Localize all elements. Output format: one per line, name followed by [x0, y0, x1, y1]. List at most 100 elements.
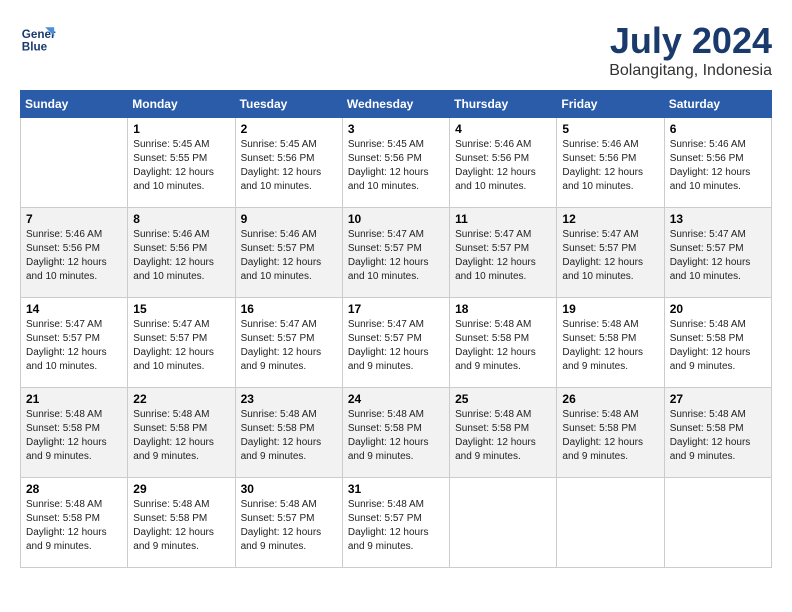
day-info: Sunrise: 5:48 AM Sunset: 5:58 PM Dayligh…: [133, 408, 229, 464]
day-number: 2: [241, 122, 337, 136]
calendar-cell: 22 Sunrise: 5:48 AM Sunset: 5:58 PM Dayli…: [128, 388, 235, 478]
day-number: 30: [241, 482, 337, 496]
calendar-cell: 20 Sunrise: 5:48 AM Sunset: 5:58 PM Dayli…: [664, 298, 771, 388]
calendar-cell: 30 Sunrise: 5:48 AM Sunset: 5:57 PM Dayli…: [235, 478, 342, 568]
calendar-cell: 26 Sunrise: 5:48 AM Sunset: 5:58 PM Dayli…: [557, 388, 664, 478]
day-number: 6: [670, 122, 766, 136]
day-number: 14: [26, 302, 122, 316]
day-info: Sunrise: 5:46 AM Sunset: 5:56 PM Dayligh…: [26, 228, 122, 284]
calendar-cell: 5 Sunrise: 5:46 AM Sunset: 5:56 PM Daylig…: [557, 118, 664, 208]
calendar-cell: 6 Sunrise: 5:46 AM Sunset: 5:56 PM Daylig…: [664, 118, 771, 208]
day-info: Sunrise: 5:47 AM Sunset: 5:57 PM Dayligh…: [455, 228, 551, 284]
day-number: 12: [562, 212, 658, 226]
calendar-week-row: 1Sunrise: 5:45 AM Sunset: 5:55 PM Daylig…: [21, 118, 772, 208]
day-number: 29: [133, 482, 229, 496]
weekday-header: Saturday: [664, 91, 771, 118]
day-number: 26: [562, 392, 658, 406]
day-info: Sunrise: 5:47 AM Sunset: 5:57 PM Dayligh…: [562, 228, 658, 284]
day-info: Sunrise: 5:48 AM Sunset: 5:57 PM Dayligh…: [241, 498, 337, 554]
calendar-cell: 17 Sunrise: 5:47 AM Sunset: 5:57 PM Dayli…: [342, 298, 449, 388]
day-info: Sunrise: 5:48 AM Sunset: 5:58 PM Dayligh…: [562, 318, 658, 374]
logo: General Blue: [20, 20, 56, 56]
calendar-cell: 27 Sunrise: 5:48 AM Sunset: 5:58 PM Dayli…: [664, 388, 771, 478]
calendar-cell: 23 Sunrise: 5:48 AM Sunset: 5:58 PM Dayli…: [235, 388, 342, 478]
calendar-cell: 21 Sunrise: 5:48 AM Sunset: 5:58 PM Dayli…: [21, 388, 128, 478]
month-title: July 2024: [609, 20, 772, 62]
day-info: Sunrise: 5:45 AM Sunset: 5:56 PM Dayligh…: [241, 138, 337, 194]
day-info: Sunrise: 5:48 AM Sunset: 5:58 PM Dayligh…: [670, 318, 766, 374]
day-info: Sunrise: 5:48 AM Sunset: 5:58 PM Dayligh…: [26, 498, 122, 554]
calendar-cell: 9 Sunrise: 5:46 AM Sunset: 5:57 PM Daylig…: [235, 208, 342, 298]
day-number: 4: [455, 122, 551, 136]
day-number: 23: [241, 392, 337, 406]
calendar-week-row: 21 Sunrise: 5:48 AM Sunset: 5:58 PM Dayli…: [21, 388, 772, 478]
day-info: Sunrise: 5:46 AM Sunset: 5:56 PM Dayligh…: [562, 138, 658, 194]
calendar-table: SundayMondayTuesdayWednesdayThursdayFrid…: [20, 90, 772, 568]
calendar-cell: 29 Sunrise: 5:48 AM Sunset: 5:58 PM Dayli…: [128, 478, 235, 568]
weekday-header: Tuesday: [235, 91, 342, 118]
day-number: 31: [348, 482, 444, 496]
day-number: 25: [455, 392, 551, 406]
calendar-cell: 31 Sunrise: 5:48 AM Sunset: 5:57 PM Dayli…: [342, 478, 449, 568]
calendar-cell: 14 Sunrise: 5:47 AM Sunset: 5:57 PM Dayli…: [21, 298, 128, 388]
day-number: 21: [26, 392, 122, 406]
day-number: 15: [133, 302, 229, 316]
calendar-cell: 25 Sunrise: 5:48 AM Sunset: 5:58 PM Dayli…: [450, 388, 557, 478]
calendar-header: SundayMondayTuesdayWednesdayThursdayFrid…: [21, 91, 772, 118]
day-info: Sunrise: 5:48 AM Sunset: 5:58 PM Dayligh…: [133, 498, 229, 554]
calendar-cell: 3 Sunrise: 5:45 AM Sunset: 5:56 PM Daylig…: [342, 118, 449, 208]
day-info: Sunrise: 5:47 AM Sunset: 5:57 PM Dayligh…: [133, 318, 229, 374]
day-info: Sunrise: 5:48 AM Sunset: 5:58 PM Dayligh…: [455, 408, 551, 464]
day-number: 5: [562, 122, 658, 136]
day-info: Sunrise: 5:46 AM Sunset: 5:57 PM Dayligh…: [241, 228, 337, 284]
day-info: Sunrise: 5:45 AM Sunset: 5:56 PM Dayligh…: [348, 138, 444, 194]
day-info: Sunrise: 5:48 AM Sunset: 5:58 PM Dayligh…: [348, 408, 444, 464]
day-info: Sunrise: 5:48 AM Sunset: 5:57 PM Dayligh…: [348, 498, 444, 554]
day-info: Sunrise: 5:47 AM Sunset: 5:57 PM Dayligh…: [26, 318, 122, 374]
calendar-cell: 16 Sunrise: 5:47 AM Sunset: 5:57 PM Dayli…: [235, 298, 342, 388]
location-title: Bolangitang, Indonesia: [609, 62, 772, 80]
day-number: 19: [562, 302, 658, 316]
day-info: Sunrise: 5:48 AM Sunset: 5:58 PM Dayligh…: [562, 408, 658, 464]
weekday-header: Wednesday: [342, 91, 449, 118]
calendar-cell: 12 Sunrise: 5:47 AM Sunset: 5:57 PM Dayli…: [557, 208, 664, 298]
calendar-week-row: 7Sunrise: 5:46 AM Sunset: 5:56 PM Daylig…: [21, 208, 772, 298]
calendar-week-row: 28Sunrise: 5:48 AM Sunset: 5:58 PM Dayli…: [21, 478, 772, 568]
calendar-cell: 24 Sunrise: 5:48 AM Sunset: 5:58 PM Dayli…: [342, 388, 449, 478]
day-info: Sunrise: 5:48 AM Sunset: 5:58 PM Dayligh…: [670, 408, 766, 464]
calendar-cell: 7Sunrise: 5:46 AM Sunset: 5:56 PM Daylig…: [21, 208, 128, 298]
weekday-header: Sunday: [21, 91, 128, 118]
calendar-week-row: 14 Sunrise: 5:47 AM Sunset: 5:57 PM Dayli…: [21, 298, 772, 388]
calendar-cell: [557, 478, 664, 568]
calendar-cell: 8 Sunrise: 5:46 AM Sunset: 5:56 PM Daylig…: [128, 208, 235, 298]
calendar-cell: 13Sunrise: 5:47 AM Sunset: 5:57 PM Dayli…: [664, 208, 771, 298]
day-info: Sunrise: 5:47 AM Sunset: 5:57 PM Dayligh…: [348, 318, 444, 374]
day-number: 24: [348, 392, 444, 406]
day-number: 1: [133, 122, 229, 136]
day-number: 11: [455, 212, 551, 226]
day-info: Sunrise: 5:48 AM Sunset: 5:58 PM Dayligh…: [26, 408, 122, 464]
day-number: 17: [348, 302, 444, 316]
day-number: 18: [455, 302, 551, 316]
calendar-cell: 18Sunrise: 5:48 AM Sunset: 5:58 PM Dayli…: [450, 298, 557, 388]
day-number: 20: [670, 302, 766, 316]
day-number: 16: [241, 302, 337, 316]
weekday-row: SundayMondayTuesdayWednesdayThursdayFrid…: [21, 91, 772, 118]
day-info: Sunrise: 5:47 AM Sunset: 5:57 PM Dayligh…: [241, 318, 337, 374]
day-number: 10: [348, 212, 444, 226]
logo-icon: General Blue: [20, 20, 56, 56]
weekday-header: Friday: [557, 91, 664, 118]
calendar-cell: 19 Sunrise: 5:48 AM Sunset: 5:58 PM Dayli…: [557, 298, 664, 388]
day-info: Sunrise: 5:46 AM Sunset: 5:56 PM Dayligh…: [670, 138, 766, 194]
day-number: 22: [133, 392, 229, 406]
day-number: 8: [133, 212, 229, 226]
day-info: Sunrise: 5:48 AM Sunset: 5:58 PM Dayligh…: [241, 408, 337, 464]
calendar-cell: 15 Sunrise: 5:47 AM Sunset: 5:57 PM Dayli…: [128, 298, 235, 388]
day-number: 9: [241, 212, 337, 226]
day-info: Sunrise: 5:46 AM Sunset: 5:56 PM Dayligh…: [133, 228, 229, 284]
calendar-cell: [664, 478, 771, 568]
day-number: 3: [348, 122, 444, 136]
day-number: 27: [670, 392, 766, 406]
day-info: Sunrise: 5:47 AM Sunset: 5:57 PM Dayligh…: [670, 228, 766, 284]
calendar-cell: 2 Sunrise: 5:45 AM Sunset: 5:56 PM Daylig…: [235, 118, 342, 208]
